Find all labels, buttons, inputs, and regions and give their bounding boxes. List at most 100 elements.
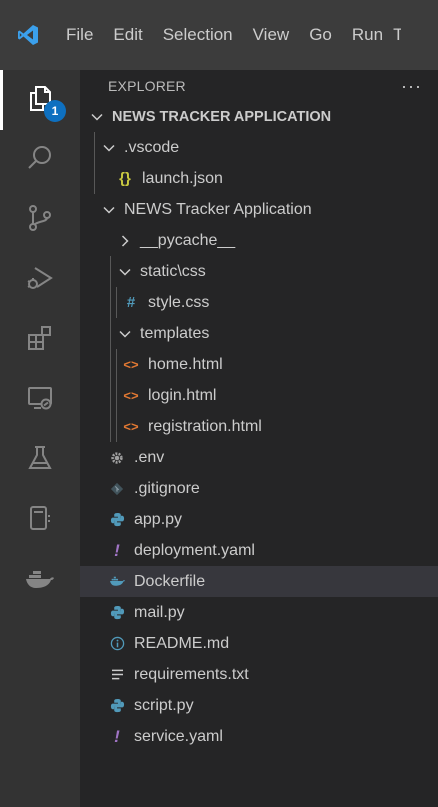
tree-file[interactable]: requirements.txt bbox=[80, 659, 438, 690]
tree-file[interactable]: README.md bbox=[80, 628, 438, 659]
chevron-down-icon bbox=[116, 327, 134, 341]
tree-folder[interactable]: templates bbox=[80, 318, 438, 349]
tree-file[interactable]: .gitignore bbox=[80, 473, 438, 504]
chevron-down-icon bbox=[116, 265, 134, 279]
menu-go[interactable]: Go bbox=[299, 0, 342, 70]
menu-bar: File Edit Selection View Go Run T bbox=[56, 0, 401, 70]
gear-icon bbox=[108, 451, 126, 465]
tree-file[interactable]: script.py bbox=[80, 690, 438, 721]
tree-file[interactable]: ! service.yaml bbox=[80, 721, 438, 752]
tree-item-label: login.html bbox=[148, 386, 217, 404]
tree-folder[interactable]: static\css bbox=[80, 256, 438, 287]
explorer-badge: 1 bbox=[44, 100, 66, 122]
tree-file[interactable]: <> registration.html bbox=[80, 411, 438, 442]
git-file-icon bbox=[108, 482, 126, 496]
device-activity-button[interactable] bbox=[0, 490, 80, 550]
chevron-down-icon bbox=[100, 203, 118, 217]
remote-explorer-icon bbox=[25, 383, 55, 418]
tree-item-label: .env bbox=[134, 448, 165, 466]
workspace-folder-header[interactable]: NEWS TRACKER APPLICATION bbox=[80, 102, 438, 132]
tree-item-label: static\css bbox=[140, 262, 206, 280]
run-debug-activity-button[interactable] bbox=[0, 250, 80, 310]
tree-item-label: home.html bbox=[148, 355, 223, 373]
tree-folder[interactable]: .vscode bbox=[80, 132, 438, 163]
source-control-activity-button[interactable] bbox=[0, 190, 80, 250]
tree-item-label: .vscode bbox=[124, 138, 180, 156]
tree-file[interactable]: # style.css bbox=[80, 287, 438, 318]
vscode-logo-icon bbox=[0, 0, 56, 70]
info-icon bbox=[108, 636, 126, 651]
tree-item-label: README.md bbox=[134, 634, 230, 652]
file-tree: .vscode {} launch.json NEWS Tracker Applica… bbox=[80, 132, 438, 752]
search-icon bbox=[25, 143, 55, 178]
activity-bar: 1 bbox=[0, 70, 80, 807]
tree-folder[interactable]: __pycache__ bbox=[80, 225, 438, 256]
tree-item-label: templates bbox=[140, 324, 210, 342]
yaml-file-icon: ! bbox=[114, 540, 120, 560]
chevron-down-icon bbox=[100, 141, 118, 155]
menu-file[interactable]: File bbox=[56, 0, 103, 70]
tree-item-label: requirements.txt bbox=[134, 665, 249, 683]
json-file-icon: {} bbox=[119, 170, 131, 187]
menu-edit[interactable]: Edit bbox=[103, 0, 152, 70]
extensions-activity-button[interactable] bbox=[0, 310, 80, 370]
tree-folder[interactable]: NEWS Tracker Application bbox=[80, 194, 438, 225]
source-control-icon bbox=[25, 203, 55, 238]
tree-item-label: style.css bbox=[148, 293, 210, 311]
menu-selection[interactable]: Selection bbox=[153, 0, 243, 70]
explorer-title: EXPLORER bbox=[108, 78, 186, 94]
flask-icon bbox=[25, 443, 55, 478]
tree-item-label: NEWS Tracker Application bbox=[124, 200, 312, 218]
workspace-folder-name: NEWS TRACKER APPLICATION bbox=[112, 109, 332, 125]
tree-file[interactable]: {} launch.json bbox=[80, 163, 438, 194]
device-icon bbox=[25, 503, 55, 538]
docker-icon bbox=[24, 563, 56, 598]
python-file-icon bbox=[108, 605, 126, 620]
menu-run[interactable]: Run bbox=[342, 0, 393, 70]
html-file-icon: <> bbox=[123, 388, 139, 403]
tree-file[interactable]: .env bbox=[80, 442, 438, 473]
more-actions-button[interactable]: ··· bbox=[401, 76, 422, 97]
tree-item-label: __pycache__ bbox=[140, 231, 236, 249]
python-file-icon bbox=[108, 512, 126, 527]
menu-view[interactable]: View bbox=[243, 0, 300, 70]
yaml-file-icon: ! bbox=[114, 726, 120, 746]
tree-item-label: service.yaml bbox=[134, 727, 223, 745]
explorer-activity-button[interactable]: 1 bbox=[0, 70, 80, 130]
tree-file[interactable]: Dockerfile bbox=[80, 566, 438, 597]
docker-file-icon bbox=[108, 575, 126, 588]
tree-item-label: launch.json bbox=[142, 169, 223, 187]
tree-item-label: registration.html bbox=[148, 417, 262, 435]
html-file-icon: <> bbox=[123, 357, 139, 372]
indent-guide bbox=[116, 349, 117, 442]
tree-file[interactable]: ! deployment.yaml bbox=[80, 535, 438, 566]
tree-item-label: script.py bbox=[134, 696, 194, 714]
indent-guide bbox=[94, 132, 95, 194]
docker-activity-button[interactable] bbox=[0, 550, 80, 610]
explorer-sidebar: EXPLORER ··· NEWS TRACKER APPLICATION .v… bbox=[80, 70, 438, 807]
tree-item-label: deployment.yaml bbox=[134, 541, 255, 559]
chevron-right-icon bbox=[116, 234, 134, 248]
remote-explorer-activity-button[interactable] bbox=[0, 370, 80, 430]
text-file-icon bbox=[108, 669, 126, 680]
search-activity-button[interactable] bbox=[0, 130, 80, 190]
title-bar: File Edit Selection View Go Run T bbox=[0, 0, 438, 70]
tree-item-label: Dockerfile bbox=[134, 572, 206, 590]
testing-activity-button[interactable] bbox=[0, 430, 80, 490]
indent-guide bbox=[110, 256, 111, 442]
tree-file[interactable]: <> login.html bbox=[80, 380, 438, 411]
explorer-header: EXPLORER ··· bbox=[80, 70, 438, 102]
python-file-icon bbox=[108, 698, 126, 713]
indent-guide bbox=[116, 287, 117, 318]
html-file-icon: <> bbox=[123, 419, 139, 434]
tree-item-label: app.py bbox=[134, 510, 183, 528]
extensions-icon bbox=[25, 323, 55, 358]
tree-file[interactable]: <> home.html bbox=[80, 349, 438, 380]
tree-file[interactable]: mail.py bbox=[80, 597, 438, 628]
menu-terminal[interactable]: T bbox=[393, 0, 401, 70]
chevron-down-icon bbox=[88, 110, 106, 124]
run-debug-icon bbox=[25, 263, 55, 298]
css-file-icon: # bbox=[126, 294, 136, 311]
tree-item-label: .gitignore bbox=[134, 479, 200, 497]
tree-file[interactable]: app.py bbox=[80, 504, 438, 535]
